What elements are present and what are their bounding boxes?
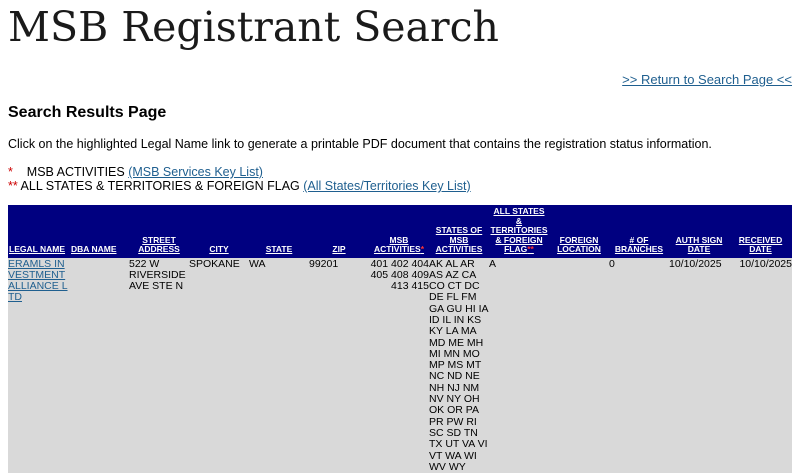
cell-all-states: A xyxy=(489,258,549,473)
legend-states-marker: ** xyxy=(8,179,18,193)
col-header-all-states-label: All States & Territories & Foreign Flag xyxy=(491,206,548,254)
col-header-dba-name[interactable]: DBA Name xyxy=(70,205,129,258)
cell-dba-name xyxy=(70,258,129,473)
legend-states-label: ALL STATES & TERRITORIES & FOREIGN FLAG xyxy=(21,179,300,193)
cell-street-address: 522 W RIVERSIDE AVE STE N xyxy=(129,258,189,473)
col-header-all-states-marker: ** xyxy=(527,244,534,254)
col-header-street-address[interactable]: Street Address xyxy=(129,205,189,258)
legend-msb-activities: * MSB ACTIVITIES (MSB Services Key List) xyxy=(8,165,263,179)
col-header-msb-activities-marker: * xyxy=(421,244,424,254)
results-heading: Search Results Page xyxy=(8,103,166,123)
cell-legal-name: ERAMLS INVESTMENT ALLIANCE LTD xyxy=(8,258,70,473)
cell-msb-activities: 401 402 404 405 408 409 413 415 xyxy=(369,258,429,473)
col-header-foreign-location[interactable]: Foreign Location xyxy=(549,205,609,258)
cell-state: WA xyxy=(249,258,309,473)
instructions-text: Click on the highlighted Legal Name link… xyxy=(8,136,712,152)
site-title: MSB Registrant Search xyxy=(8,4,499,50)
legal-name-link[interactable]: ERAMLS INVESTMENT ALLIANCE LTD xyxy=(8,258,68,304)
col-header-state[interactable]: State xyxy=(249,205,309,258)
legend-msb-marker: * xyxy=(8,165,13,179)
col-header-zip[interactable]: Zip xyxy=(309,205,369,258)
col-header-msb-activities-label: MSB Activities xyxy=(374,235,421,255)
col-header-states-of-msb[interactable]: States of MSB Activities xyxy=(429,205,489,258)
col-header-city[interactable]: City xyxy=(189,205,249,258)
cell-received-date: 10/10/2025 xyxy=(729,258,792,473)
col-header-msb-activities[interactable]: MSB Activities* xyxy=(369,205,429,258)
col-header-branches[interactable]: # of Branches xyxy=(609,205,669,258)
cell-auth-sign-date: 10/10/2025 xyxy=(669,258,729,473)
col-header-all-states[interactable]: All States & Territories & Foreign Flag*… xyxy=(489,205,549,258)
col-header-auth-sign-date[interactable]: Auth Sign Date xyxy=(669,205,729,258)
cell-city: SPOKANE xyxy=(189,258,249,473)
table-header-row: Legal Name DBA Name Street Address City … xyxy=(8,205,792,258)
search-results-table: Legal Name DBA Name Street Address City … xyxy=(8,205,792,473)
cell-states-of-msb: AK AL AR AS AZ CA CO CT DC DE FL FM GA G… xyxy=(429,258,489,473)
cell-branches: 0 xyxy=(609,258,669,473)
table-row: ERAMLS INVESTMENT ALLIANCE LTD 522 W RIV… xyxy=(8,258,792,473)
all-states-key-list-link[interactable]: (All States/Territories Key List) xyxy=(303,179,470,193)
cell-zip: 99201 xyxy=(309,258,369,473)
col-header-received-date[interactable]: Received Date xyxy=(729,205,792,258)
col-header-legal-name[interactable]: Legal Name xyxy=(8,205,70,258)
msb-services-key-list-link[interactable]: (MSB Services Key List) xyxy=(128,165,263,179)
legend-msb-label: MSB ACTIVITIES xyxy=(27,165,125,179)
cell-foreign-location xyxy=(549,258,609,473)
legend-all-states: ** ALL STATES & TERRITORIES & FOREIGN FL… xyxy=(8,179,471,193)
return-to-search-link[interactable]: >> Return to Search Page << xyxy=(622,72,792,87)
